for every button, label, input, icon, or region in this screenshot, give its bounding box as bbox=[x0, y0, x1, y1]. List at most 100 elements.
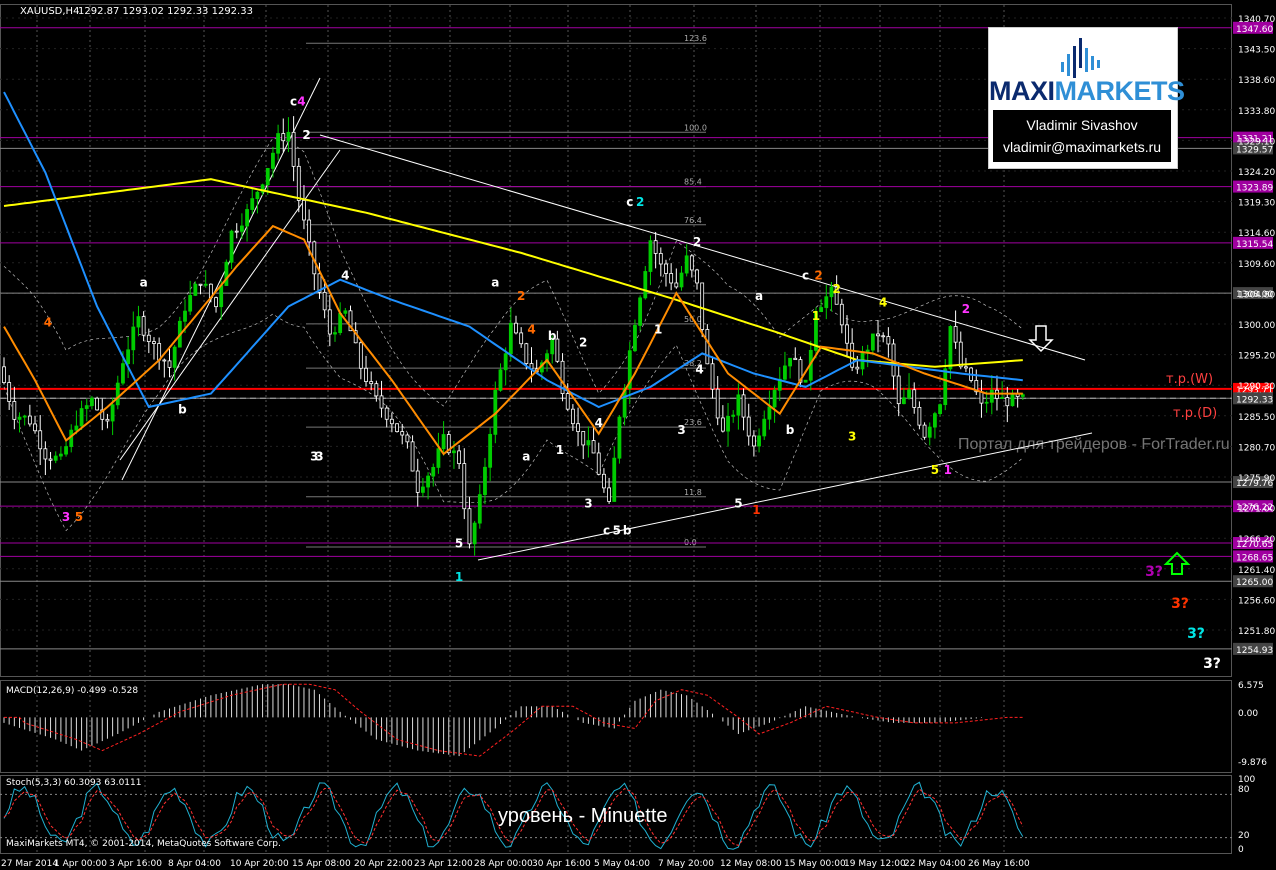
wave-label: a bbox=[140, 275, 148, 289]
candle-body bbox=[1000, 397, 1005, 399]
candle-body bbox=[793, 357, 798, 361]
wave-label: 1 bbox=[752, 503, 760, 517]
candle-body bbox=[746, 416, 751, 437]
candle-body bbox=[245, 209, 249, 227]
candle-body bbox=[167, 360, 172, 368]
time-tick-label: 15 Apr 08:00 bbox=[292, 859, 351, 869]
wave-label: 4 bbox=[527, 322, 535, 336]
candle-body bbox=[338, 312, 343, 334]
candle-body bbox=[984, 401, 989, 404]
candle-body bbox=[881, 335, 886, 338]
candle-body bbox=[302, 200, 306, 221]
candle-body bbox=[395, 423, 399, 433]
time-tick-label: 5 May 04:00 bbox=[594, 859, 650, 869]
candle-body bbox=[731, 414, 736, 417]
candle-body bbox=[271, 152, 275, 169]
candle-body bbox=[364, 367, 368, 382]
candle-body bbox=[146, 334, 151, 342]
candle-body bbox=[876, 333, 880, 337]
candle-body bbox=[95, 397, 99, 411]
candle-body bbox=[136, 316, 141, 328]
candle-body bbox=[508, 322, 513, 355]
price-tick-label: 1329.10 bbox=[1238, 137, 1275, 147]
time-tick-label: 3 Apr 16:00 bbox=[109, 859, 162, 869]
candle-body bbox=[674, 282, 679, 288]
candle-body bbox=[617, 416, 622, 459]
wave-label: c bbox=[290, 95, 297, 109]
price-tick-label: 1256.60 bbox=[1238, 596, 1275, 606]
candle-body bbox=[477, 494, 482, 524]
stoch-tick-label: 20 bbox=[1238, 831, 1250, 841]
candle-body bbox=[705, 329, 710, 365]
price-tick-label: 1314.60 bbox=[1238, 229, 1275, 239]
wave-label: 4 bbox=[297, 95, 305, 109]
candle-body bbox=[234, 230, 239, 233]
level-tag-label: 1268.65 bbox=[1236, 553, 1273, 563]
level-tag-label: 1292.33 bbox=[1236, 395, 1273, 405]
candle-body bbox=[229, 230, 234, 263]
time-tick-label: 1 Apr 00:00 bbox=[54, 859, 107, 869]
candles bbox=[2, 116, 1025, 556]
candle-body bbox=[131, 326, 136, 351]
candle-body bbox=[291, 131, 296, 167]
candle-body bbox=[870, 333, 875, 351]
candle-body bbox=[322, 291, 327, 311]
wave-label: 2 bbox=[302, 128, 310, 142]
stoch-tick-label: 0 bbox=[1238, 845, 1244, 855]
candle-body bbox=[839, 303, 844, 326]
candle-body bbox=[524, 343, 529, 364]
candle-body bbox=[845, 324, 849, 344]
candle-body bbox=[684, 255, 689, 274]
candle-body bbox=[307, 219, 312, 243]
macd-tick-label: -9.876 bbox=[1238, 758, 1267, 768]
candle-body bbox=[379, 395, 384, 409]
wave-label: b bbox=[548, 329, 557, 343]
candle-body bbox=[710, 363, 715, 390]
candle-body bbox=[927, 426, 932, 438]
price-axis: 1340.70 1343.50 1338.60 1333.80 1329.10 1324.… bbox=[1238, 15, 1275, 637]
candle-body bbox=[772, 389, 777, 408]
candle-body bbox=[224, 261, 229, 286]
candle-body bbox=[462, 463, 467, 510]
candle-body bbox=[643, 271, 648, 299]
fib-label: 23.6 bbox=[684, 418, 702, 427]
level-tag-label: 1254.93 bbox=[1236, 646, 1273, 656]
candle-body bbox=[824, 296, 829, 308]
watermark: Портал для трейдеров - ForTrader.ru bbox=[958, 436, 1230, 453]
candle-body bbox=[767, 406, 772, 420]
wave-label: 5 bbox=[75, 510, 83, 524]
wave-label: 2 bbox=[636, 195, 644, 209]
candle-body bbox=[48, 458, 53, 461]
trend-line bbox=[119, 149, 341, 461]
price-tick-label: 1333.80 bbox=[1238, 107, 1275, 117]
candle-body bbox=[901, 397, 906, 405]
level-tag-label: 1323.89 bbox=[1236, 184, 1273, 194]
candle-body bbox=[389, 418, 394, 425]
fib-label: 123.6 bbox=[684, 34, 707, 43]
price-tick-label: 1338.60 bbox=[1238, 76, 1275, 86]
upper-band bbox=[3, 137, 1024, 407]
candle-body bbox=[327, 309, 332, 335]
price-tick-label: 1261.40 bbox=[1238, 566, 1275, 576]
level-tag-label: 1347.60 bbox=[1236, 25, 1273, 35]
candle-body bbox=[343, 310, 348, 314]
wave-label: 3 bbox=[848, 430, 856, 444]
candle-body bbox=[736, 394, 741, 416]
wave-label: 2 bbox=[517, 289, 525, 303]
candle-body bbox=[964, 366, 968, 369]
candle-body bbox=[22, 415, 27, 418]
candle-body bbox=[255, 191, 260, 200]
time-tick-label: 19 May 12:00 bbox=[844, 859, 906, 869]
candle-body bbox=[922, 424, 927, 438]
time-tick-label: 10 Apr 20:00 bbox=[230, 859, 289, 869]
price-tick-label: 1271.00 bbox=[1238, 505, 1275, 515]
time-tick-label: 26 May 16:00 bbox=[968, 859, 1030, 869]
candle-body bbox=[384, 407, 389, 420]
candle-body bbox=[602, 473, 606, 489]
wave-label: 2 bbox=[693, 235, 701, 249]
candle-body bbox=[369, 381, 374, 385]
candle-body bbox=[958, 341, 963, 368]
level-tag-label: 1315.54 bbox=[1236, 240, 1273, 250]
candle-body bbox=[472, 522, 477, 545]
tp-d-label: т.р.(D) bbox=[1173, 406, 1217, 421]
